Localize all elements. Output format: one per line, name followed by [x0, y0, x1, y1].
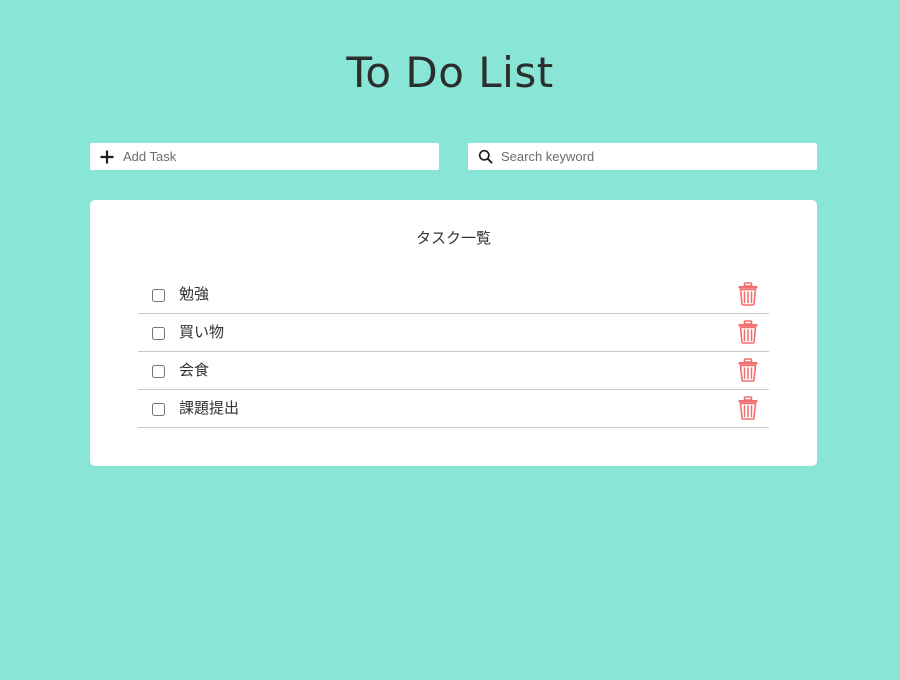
add-task-field[interactable] — [90, 143, 439, 170]
trash-icon[interactable] — [737, 396, 759, 420]
task-list: 勉強 買い物 会食 課題提出 — [138, 276, 769, 428]
task-checkbox[interactable] — [152, 327, 165, 340]
trash-icon[interactable] — [737, 282, 759, 306]
search-input[interactable] — [501, 143, 817, 170]
trash-icon[interactable] — [737, 320, 759, 344]
task-label: 買い物 — [179, 323, 225, 341]
trash-icon[interactable] — [737, 358, 759, 382]
task-row: 勉強 — [138, 276, 769, 314]
page-title: To Do List — [346, 48, 554, 97]
task-label: 勉強 — [179, 285, 210, 303]
task-checkbox[interactable] — [152, 289, 165, 302]
task-checkbox[interactable] — [152, 403, 165, 416]
task-row: 課題提出 — [138, 390, 769, 428]
task-panel: タスク一覧 勉強 買い物 会食 課題提出 — [90, 200, 817, 466]
search-field[interactable] — [468, 143, 817, 170]
add-task-input[interactable] — [123, 143, 439, 170]
task-label: 会食 — [179, 361, 210, 379]
task-row: 買い物 — [138, 314, 769, 352]
task-row: 会食 — [138, 352, 769, 390]
task-label: 課題提出 — [179, 399, 240, 417]
task-checkbox[interactable] — [152, 365, 165, 378]
task-panel-heading: タスク一覧 — [415, 229, 491, 247]
search-icon — [476, 148, 494, 166]
plus-icon[interactable] — [98, 148, 116, 166]
